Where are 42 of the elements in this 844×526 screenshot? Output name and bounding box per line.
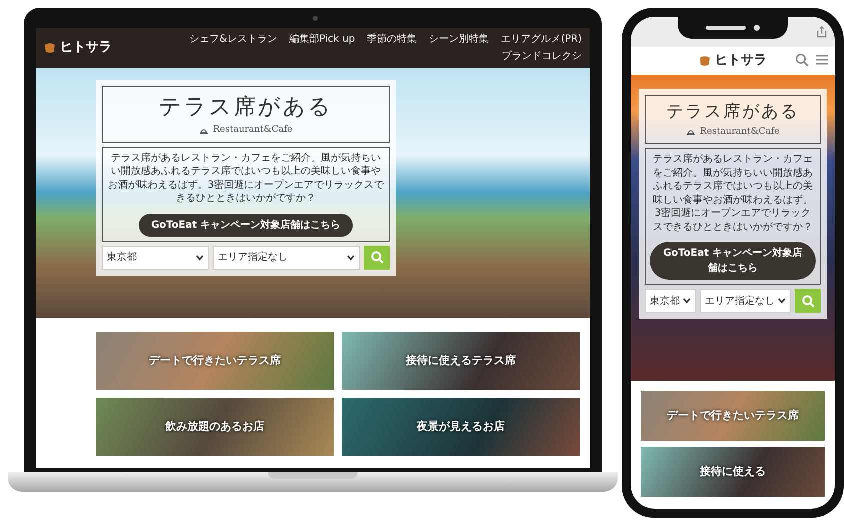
prefecture-select[interactable]: 東京都 (102, 246, 209, 270)
nav-link[interactable]: 季節の特集 (367, 32, 418, 47)
logo-text[interactable]: ヒトサラ (715, 51, 767, 71)
camera-dot (313, 16, 318, 21)
hero-description: テラス席があるレストラン・カフェをご紹介。風が気持ちいい開放感あふれるテラス席ではいつも以上の美味しい食事やお酒が味わえるはず。3密回避にオープンエアでリラックスできるひとときはいかがですか？ (107, 152, 385, 206)
category-tile[interactable]: 接待に使えるテラス席 (342, 332, 580, 390)
share-icon[interactable] (817, 26, 827, 38)
campaign-button[interactable]: GoToEat キャンペーン対象店舗はこちら (139, 214, 353, 236)
nav-link[interactable]: シェフ&レストラン (190, 32, 278, 47)
hero-description: テラス席があるレストラン・カフェをご紹介。風が気持ちいい開放感あふれるテラス席ではいつも以上の美味しい食事やお酒が味わえるはず。3密回避にオープンエアでリラックスできるひとときはいかがですか？ (652, 153, 814, 234)
hero-title: テラス席がある (666, 101, 800, 124)
search-button[interactable] (795, 289, 821, 313)
campaign-button[interactable]: GoToEat キャンペーン対象店舗はこちら (650, 242, 816, 280)
hero-subtitle: Restaurant&Cafe (700, 126, 780, 138)
logo-icon (44, 42, 56, 54)
hero-subtitle: Restaurant&Cafe (213, 124, 293, 137)
category-tile[interactable]: 飲み放題のあるお店 (96, 398, 334, 456)
nav-link[interactable]: ブランドコレクシ (502, 49, 582, 64)
speaker-grille (706, 26, 746, 30)
nav-link[interactable]: エリアグルメ(PR) (501, 32, 582, 47)
search-icon[interactable] (795, 53, 809, 67)
search-button[interactable] (364, 246, 390, 270)
caret-icon (683, 298, 691, 304)
camera-dot (754, 25, 760, 31)
cloche-icon (686, 128, 696, 136)
area-select[interactable]: エリア指定なし (213, 246, 360, 270)
logo-icon (699, 55, 711, 67)
hero-title: テラス席がある (158, 94, 334, 122)
search-icon (802, 294, 814, 308)
prefecture-select[interactable]: 東京都 (645, 289, 696, 313)
caret-icon (196, 254, 204, 260)
menu-icon[interactable] (815, 53, 829, 67)
cloche-icon (199, 126, 210, 135)
category-tile[interactable]: 夜景が見えるお店 (342, 398, 580, 456)
area-select[interactable]: エリア指定なし (700, 289, 791, 313)
nav-link[interactable]: 編集部Pick up (289, 32, 356, 47)
caret-icon (347, 254, 355, 260)
search-icon (370, 251, 384, 264)
category-tile[interactable]: 接待に使える (641, 447, 825, 497)
logo-text[interactable]: ヒトサラ (60, 38, 112, 58)
nav-link[interactable]: シーン別特集 (429, 32, 490, 47)
caret-icon (778, 298, 786, 304)
